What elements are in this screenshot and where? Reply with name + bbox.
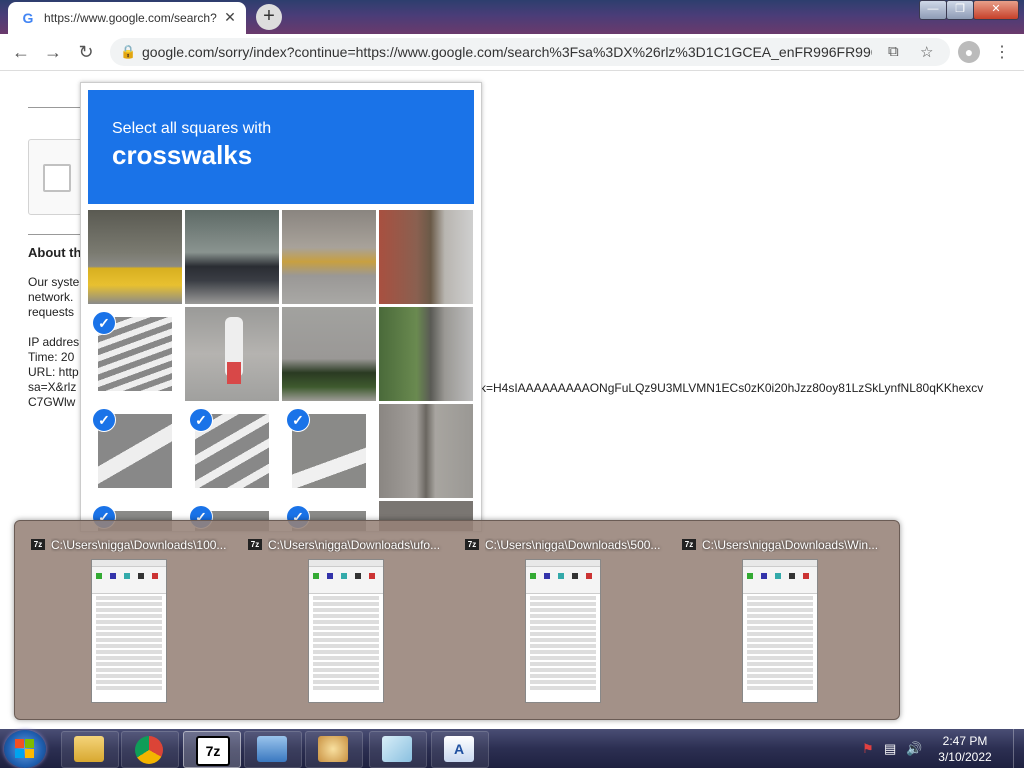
omnibox[interactable]: 🔒 google.com/sorry/index?continue=https:… bbox=[110, 38, 950, 66]
taskbar-window-previews: 7z C:\Users\nigga\Downloads\100... 7z C:… bbox=[14, 520, 900, 720]
url-param-line: C7GWlw bbox=[28, 395, 76, 409]
window-controls: — ❐ ✕ bbox=[919, 0, 1019, 20]
address-bar-row: ← → ↻ 🔒 google.com/sorry/index?continue=… bbox=[0, 34, 1024, 71]
browser-titlebar: G https://www.google.com/search? ✕ + — ❐… bbox=[0, 0, 1024, 34]
window-preview[interactable]: 7z C:\Users\nigga\Downloads\100... bbox=[29, 535, 239, 705]
paragraph-line: network. bbox=[28, 290, 74, 304]
selected-check-icon: ✓ bbox=[286, 408, 310, 432]
window-preview[interactable]: 7z C:\Users\nigga\Downloads\ufo... bbox=[246, 535, 456, 705]
7zip-icon: 7z bbox=[196, 736, 230, 766]
grid-tile[interactable] bbox=[282, 210, 376, 304]
window-preview[interactable]: 7z C:\Users\nigga\Downloads\Win... bbox=[680, 535, 890, 705]
selected-check-icon: ✓ bbox=[92, 311, 116, 335]
recaptcha-challenge: Select all squares with crosswalks ✓ ✓ ✓ bbox=[80, 82, 482, 532]
taskbar-explorer-button[interactable] bbox=[61, 731, 119, 768]
challenge-image-grid: ✓ ✓ ✓ ✓ ✓ ✓ ✓ bbox=[88, 210, 474, 531]
taskbar-7zip-button[interactable]: 7z bbox=[183, 731, 241, 768]
grid-tile[interactable] bbox=[88, 210, 182, 304]
tab-title: https://www.google.com/search? bbox=[44, 11, 217, 25]
browser-tab[interactable]: G https://www.google.com/search? ✕ bbox=[8, 2, 246, 34]
new-tab-button[interactable]: + bbox=[256, 4, 282, 30]
control-panel-icon bbox=[257, 736, 287, 762]
divider bbox=[28, 234, 88, 235]
pedestrian-shorts-image bbox=[227, 362, 241, 384]
lock-icon[interactable]: 🔒 bbox=[120, 44, 136, 60]
volume-icon[interactable]: 🔊 bbox=[906, 741, 922, 757]
window-thumbnail bbox=[308, 559, 384, 703]
challenge-instruction: Select all squares with bbox=[112, 120, 272, 137]
clock-time: 2:47 PM bbox=[942, 734, 988, 748]
window-preview-title: C:\Users\nigga\Downloads\Win... bbox=[702, 538, 879, 552]
clock-date: 3/10/2022 bbox=[938, 750, 992, 764]
restore-button[interactable]: ❐ bbox=[946, 0, 974, 20]
bookmark-star-icon[interactable]: ☆ bbox=[920, 43, 933, 61]
network-icon[interactable]: ▤ bbox=[884, 741, 896, 757]
taskbar-notepad-button[interactable] bbox=[369, 731, 427, 768]
taskbar-paint-button[interactable] bbox=[305, 731, 363, 768]
url-param-line: sa=X&rlz bbox=[28, 380, 77, 394]
recaptcha-checkbox[interactable] bbox=[43, 164, 71, 192]
taskbar-wordpad-button[interactable]: A bbox=[431, 731, 489, 768]
share-icon[interactable]: ⧉ bbox=[888, 43, 899, 60]
window-preview-title: C:\Users\nigga\Downloads\500... bbox=[485, 538, 661, 552]
start-button[interactable] bbox=[4, 730, 46, 768]
url-line: URL: http bbox=[28, 365, 79, 379]
show-desktop-button[interactable] bbox=[1013, 729, 1024, 768]
7zip-icon: 7z bbox=[248, 539, 262, 550]
chrome-icon bbox=[135, 736, 163, 764]
7zip-icon: 7z bbox=[31, 539, 45, 550]
google-favicon-icon: G bbox=[22, 10, 34, 26]
challenge-target: crosswalks bbox=[112, 140, 253, 170]
window-preview-title: C:\Users\nigga\Downloads\100... bbox=[51, 538, 227, 552]
windows-taskbar: 7z A ⚑ ▤ 🔊 2:47 PM 3/10/2022 bbox=[0, 729, 1024, 768]
grid-tile[interactable] bbox=[379, 404, 473, 498]
7zip-icon: 7z bbox=[465, 539, 479, 550]
challenge-header: Select all squares with crosswalks bbox=[88, 90, 474, 204]
close-window-button[interactable]: ✕ bbox=[973, 0, 1019, 20]
minimize-button[interactable]: — bbox=[919, 0, 947, 20]
paragraph-line: requests bbox=[28, 305, 75, 319]
grid-tile[interactable] bbox=[379, 210, 473, 304]
tab-close-icon[interactable]: ✕ bbox=[222, 9, 238, 25]
forward-button[interactable]: → bbox=[42, 42, 64, 62]
notepad-icon bbox=[382, 736, 412, 762]
grid-tile-selected[interactable]: ✓ bbox=[88, 404, 182, 498]
selected-check-icon: ✓ bbox=[189, 408, 213, 432]
paragraph-line: Our syste bbox=[28, 275, 80, 289]
action-center-icon[interactable]: ⚑ bbox=[862, 741, 874, 757]
reload-button[interactable]: ↻ bbox=[75, 42, 97, 62]
system-tray: ⚑ ▤ 🔊 2:47 PM 3/10/2022 bbox=[854, 729, 1024, 768]
grid-tile-selected[interactable]: ✓ bbox=[88, 307, 182, 401]
wordpad-icon: A bbox=[444, 736, 474, 762]
taskbar-control-panel-button[interactable] bbox=[244, 731, 302, 768]
paint-icon bbox=[318, 736, 348, 762]
window-preview-title: C:\Users\nigga\Downloads\ufo... bbox=[268, 538, 441, 552]
window-preview[interactable]: 7z C:\Users\nigga\Downloads\500... bbox=[463, 535, 673, 705]
grid-tile-selected[interactable]: ✓ bbox=[185, 404, 279, 498]
url-long-text: k=H4sIAAAAAAAAAONgFuLQz9U3MLVMN1ECs0zK0i… bbox=[480, 381, 984, 395]
profile-avatar-icon[interactable]: ● bbox=[958, 41, 980, 63]
divider bbox=[28, 107, 88, 108]
windows-logo-icon bbox=[15, 739, 35, 759]
back-button[interactable]: ← bbox=[10, 42, 32, 62]
grid-tile-selected[interactable]: ✓ bbox=[282, 404, 376, 498]
selected-check-icon: ✓ bbox=[92, 408, 116, 432]
window-thumbnail bbox=[742, 559, 818, 703]
window-thumbnail bbox=[525, 559, 601, 703]
grid-tile[interactable] bbox=[185, 210, 279, 304]
window-thumbnail bbox=[91, 559, 167, 703]
explorer-icon bbox=[74, 736, 104, 762]
taskbar-chrome-button[interactable] bbox=[121, 731, 179, 768]
grid-tile[interactable] bbox=[282, 307, 376, 401]
time-line: Time: 20 bbox=[28, 350, 75, 364]
ip-address-line: IP addres bbox=[28, 335, 80, 349]
7zip-icon: 7z bbox=[682, 539, 696, 550]
clock[interactable]: 2:47 PM 3/10/2022 bbox=[930, 733, 1000, 765]
url-text[interactable]: google.com/sorry/index?continue=https://… bbox=[142, 44, 872, 60]
about-heading: About th bbox=[28, 245, 82, 260]
kebab-menu-icon[interactable]: ⋮ bbox=[994, 42, 1010, 62]
grid-tile[interactable] bbox=[185, 307, 279, 401]
grid-tile[interactable] bbox=[379, 307, 473, 401]
